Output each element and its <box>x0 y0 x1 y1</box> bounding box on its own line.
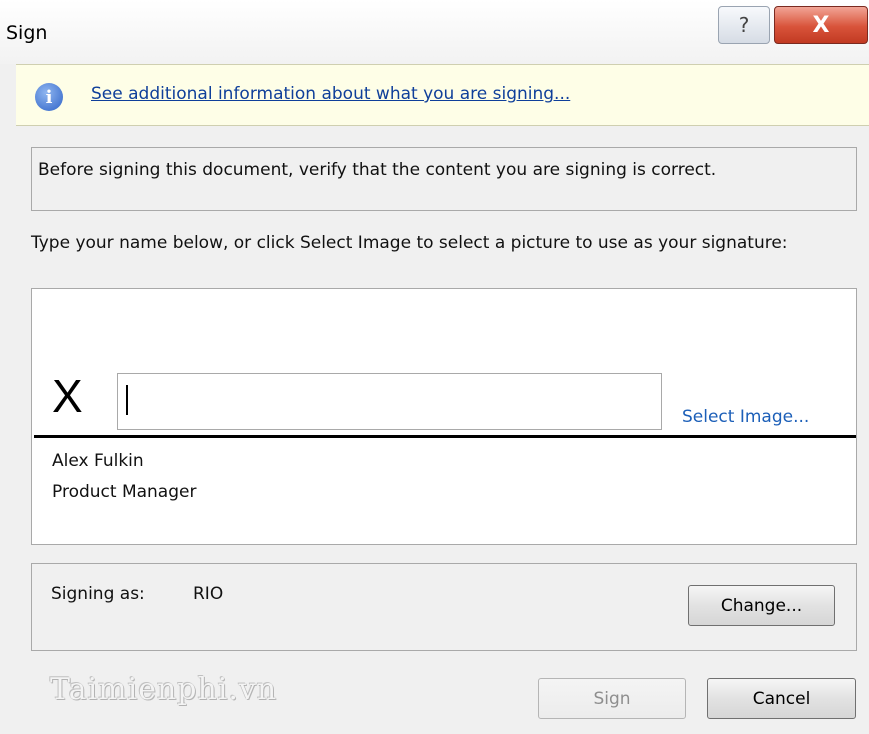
dialog-title: Sign <box>6 22 48 44</box>
additional-info-link[interactable]: See additional information about what yo… <box>91 84 570 104</box>
sign-button[interactable]: Sign <box>538 678 686 719</box>
title-bar: Sign ? X <box>0 0 869 64</box>
help-icon: ? <box>738 13 750 37</box>
text-caret <box>126 385 128 415</box>
signature-x-mark: X <box>52 370 83 422</box>
info-bar: i See additional information about what … <box>16 64 869 126</box>
cancel-button[interactable]: Cancel <box>707 678 856 719</box>
signing-as-value: RIO <box>193 584 224 604</box>
close-button[interactable]: X <box>774 6 868 44</box>
help-button[interactable]: ? <box>718 6 770 44</box>
signing-as-label: Signing as: <box>51 584 145 604</box>
signature-area: X Select Image... Alex Fulkin Product Ma… <box>31 288 857 545</box>
info-icon-glyph: i <box>45 86 53 108</box>
signing-as-box: Signing as: RIO Change... <box>31 563 857 651</box>
signature-line <box>34 435 856 438</box>
watermark-logo: Taimienphi.vn <box>50 672 278 707</box>
signature-name-input[interactable] <box>117 373 662 430</box>
signer-title: Product Manager <box>52 482 197 502</box>
change-button[interactable]: Change... <box>688 585 835 626</box>
sign-dialog: Sign ? X i See additional information ab… <box>0 0 869 734</box>
info-icon: i <box>35 83 63 111</box>
signer-name: Alex Fulkin <box>52 451 144 471</box>
close-icon: X <box>812 12 830 38</box>
signature-prompt: Type your name below, or click Select Im… <box>31 233 788 253</box>
select-image-link[interactable]: Select Image... <box>682 407 809 427</box>
verify-message: Before signing this document, verify tha… <box>38 160 717 180</box>
verify-message-box: Before signing this document, verify tha… <box>31 147 857 211</box>
